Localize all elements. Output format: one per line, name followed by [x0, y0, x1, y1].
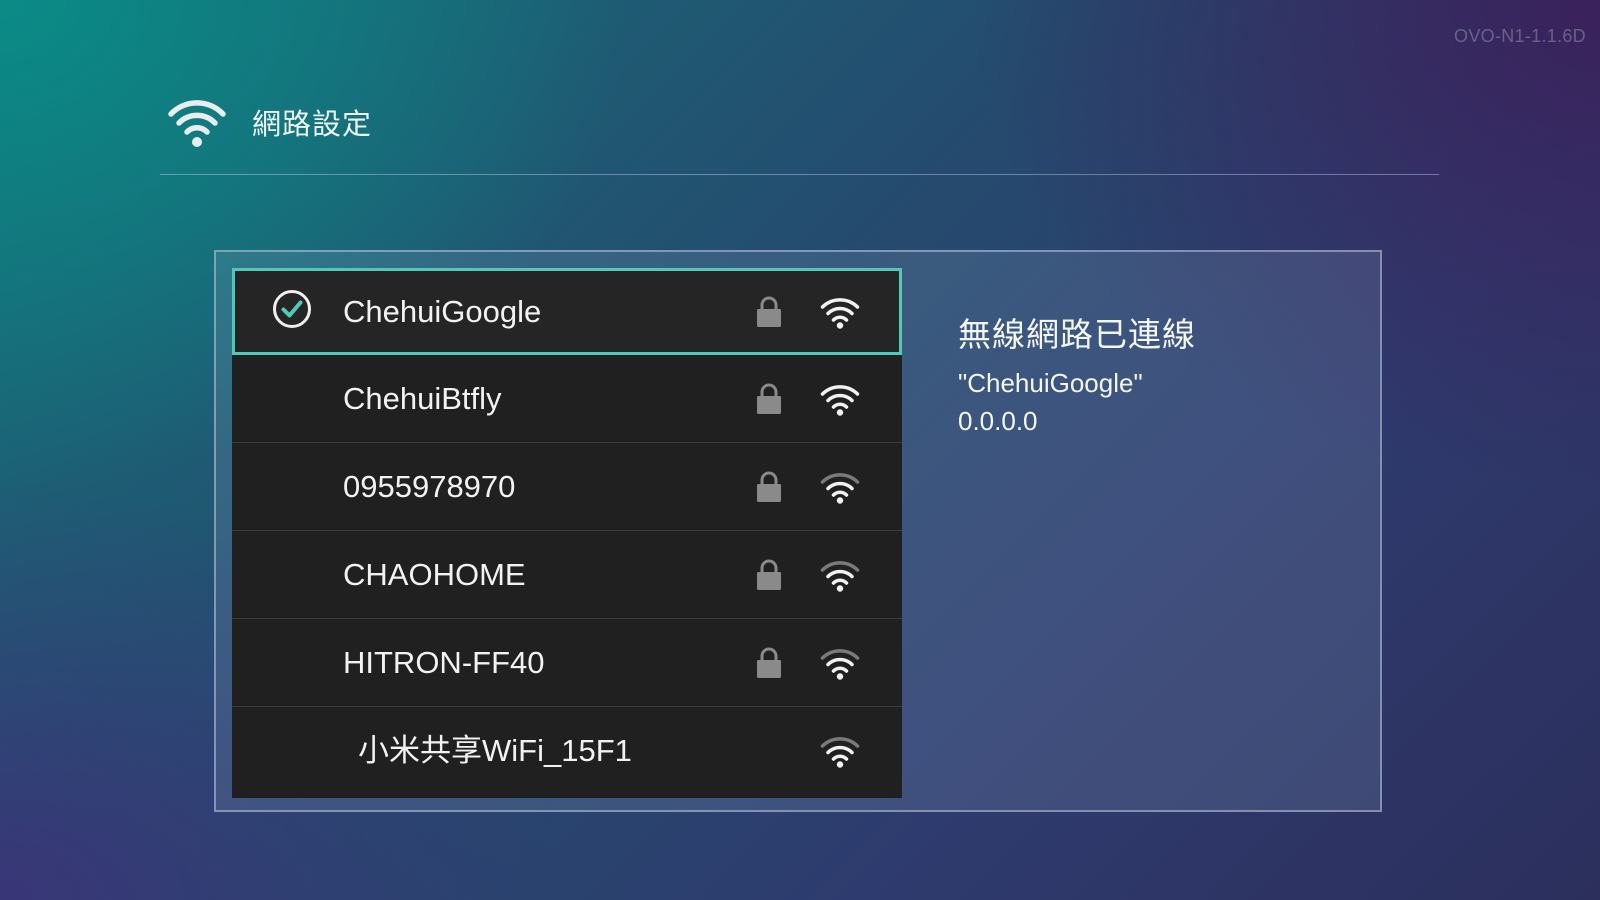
page-header: 網路設定: [168, 96, 372, 148]
lock-icon: [756, 296, 782, 333]
wifi-signal-medium-icon: [820, 646, 860, 685]
network-row-hitron-ff40[interactable]: HITRON-FF40: [232, 619, 902, 707]
ip-address: 0.0.0.0: [958, 406, 1038, 436]
wifi-signal-medium-icon: [820, 558, 860, 597]
wifi-panel: ChehuiGoogle ChehuiBtfly 0955978970 CHAO…: [214, 250, 1382, 812]
lock-icon: [756, 559, 782, 596]
connected-ssid: "ChehuiGoogle": [958, 368, 1143, 398]
wifi-signal-medium-icon: [820, 734, 860, 773]
firmware-version: OVO-N1-1.1.6D: [1454, 26, 1586, 46]
network-name: ChehuiGoogle: [343, 294, 542, 329]
wifi-signal-full-icon: [820, 382, 860, 421]
header-divider: [160, 174, 1439, 175]
network-name: 小米共享WiFi_15F1: [358, 733, 632, 768]
network-row-0955978970[interactable]: 0955978970: [232, 443, 902, 531]
wifi-icon: [168, 96, 226, 148]
page-title: 網路設定: [252, 109, 373, 141]
lock-icon: [756, 471, 782, 508]
network-name: CHAOHOME: [343, 557, 526, 592]
network-row-xiaomi-wifi[interactable]: 小米共享WiFi_15F1: [232, 707, 902, 797]
check-circle-icon: [272, 289, 312, 334]
network-name: HITRON-FF40: [343, 645, 545, 680]
status-title: 無線網路已連線: [958, 316, 1196, 353]
wifi-signal-full-icon: [820, 295, 860, 334]
network-name: 0955978970: [343, 469, 516, 504]
network-name: ChehuiBtfly: [343, 381, 502, 416]
network-row-chehuigoogle[interactable]: ChehuiGoogle: [232, 268, 902, 355]
connection-status: 無線網路已連線 "ChehuiGoogle" 0.0.0.0: [958, 308, 1196, 440]
wifi-signal-medium-icon: [820, 470, 860, 509]
lock-icon: [756, 383, 782, 420]
network-list: ChehuiGoogle ChehuiBtfly 0955978970 CHAO…: [232, 268, 902, 798]
network-row-chaohome[interactable]: CHAOHOME: [232, 531, 902, 619]
lock-icon: [756, 647, 782, 684]
network-row-chehuibtfly[interactable]: ChehuiBtfly: [232, 355, 902, 443]
